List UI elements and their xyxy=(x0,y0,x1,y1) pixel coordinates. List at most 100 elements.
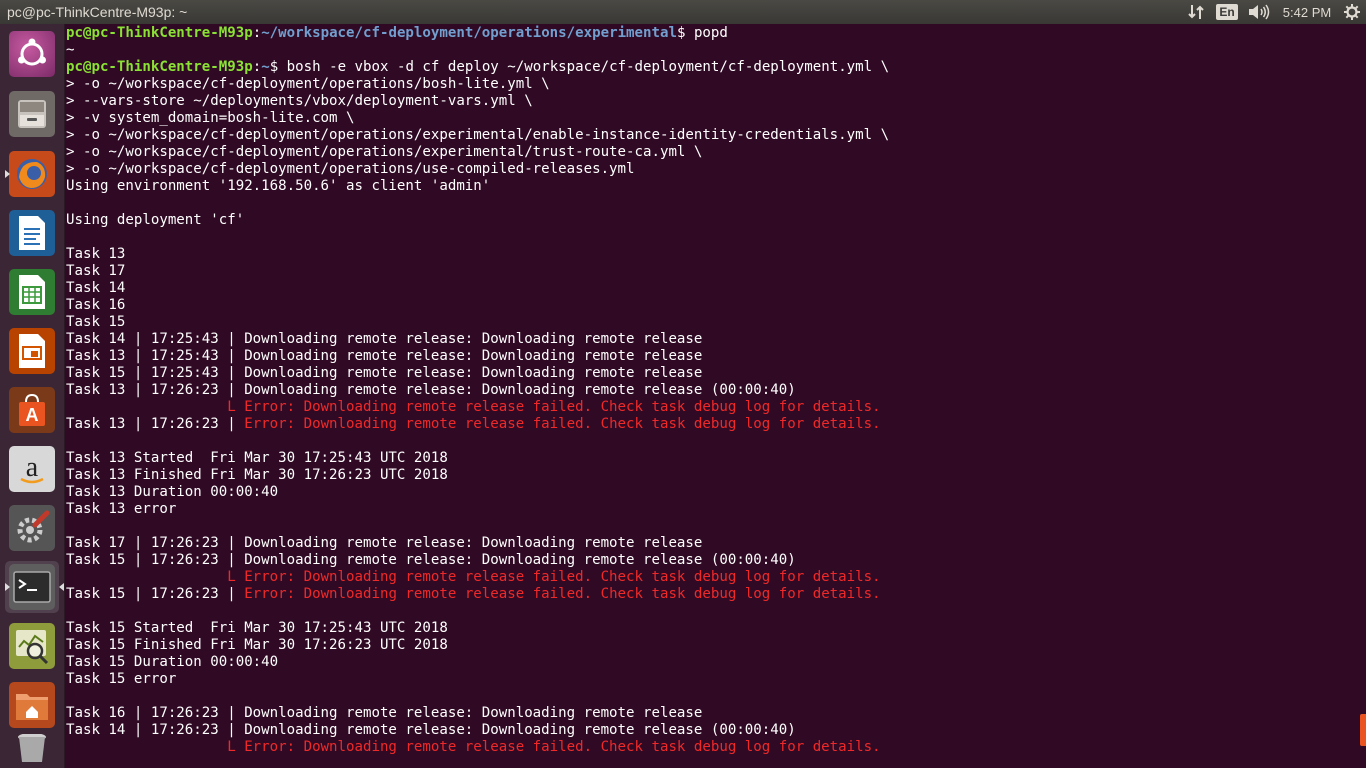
volume-icon[interactable] xyxy=(1242,0,1276,24)
line-text: Task 13 Finished Fri Mar 30 17:26:23 UTC… xyxy=(66,467,448,483)
terminal-line: > -o ~/workspace/cf-deployment/operation… xyxy=(66,161,1366,178)
line-text: Task 13 error xyxy=(66,501,177,517)
prompt-user: pc@pc-ThinkCentre-M93p xyxy=(66,59,253,75)
terminal-line: Task 15 Duration 00:00:40 xyxy=(66,654,1366,671)
window-title: pc@pc-ThinkCentre-M93p: ~ xyxy=(7,4,188,20)
libreoffice-calc-icon[interactable] xyxy=(5,266,59,318)
firefox-icon[interactable] xyxy=(5,148,59,200)
terminal-line: Task 15 Started Fri Mar 30 17:25:43 UTC … xyxy=(66,620,1366,637)
terminal-output[interactable]: pc@pc-ThinkCentre-M93p: ~/workspace/cf-de… xyxy=(65,24,1366,756)
indicator-area: En 5:42 PM xyxy=(1180,0,1366,24)
terminal-line: Task 15 | 17:25:43 | Downloading remote … xyxy=(66,365,1366,382)
error-text: L Error: Downloading remote release fail… xyxy=(66,399,881,415)
terminal-line: pc@pc-ThinkCentre-M93p:~/workspace/cf-de… xyxy=(66,25,1366,42)
terminal-line: Task 15 | 17:26:23 | Error: Downloading … xyxy=(66,586,1366,603)
terminal-window[interactable]: pc@pc-ThinkCentre-M93p: ~/workspace/cf-de… xyxy=(65,24,1366,768)
line-text: ~ xyxy=(66,42,75,58)
line-text: Using deployment 'cf' xyxy=(66,212,245,228)
svg-text:a: a xyxy=(26,452,39,483)
terminal-line: Task 15 Finished Fri Mar 30 17:26:23 UTC… xyxy=(66,637,1366,654)
line-text: Task 15 Duration 00:00:40 xyxy=(66,654,279,670)
error-text: Error: Downloading remote release failed… xyxy=(244,416,881,432)
terminal-line: Using environment '192.168.50.6' as clie… xyxy=(66,178,1366,195)
line-text: Task 14 | 17:25:43 | Downloading remote … xyxy=(66,331,703,347)
terminal-line: > -o ~/workspace/cf-deployment/operation… xyxy=(66,144,1366,161)
launcher: A a xyxy=(0,24,65,768)
terminal-line: Task 14 xyxy=(66,280,1366,297)
line-text: Task 15 xyxy=(66,314,126,330)
svg-text:A: A xyxy=(26,405,39,425)
prompt-path: ~/workspace/cf-deployment/operations/exp… xyxy=(261,25,677,41)
terminal-line: > -o ~/workspace/cf-deployment/operation… xyxy=(66,76,1366,93)
prompt-command: $ popd xyxy=(676,25,728,41)
trash-icon[interactable] xyxy=(5,734,59,768)
terminal-line: Task 17 xyxy=(66,263,1366,280)
running-indicator xyxy=(5,583,10,591)
line-text: Using environment '192.168.50.6' as clie… xyxy=(66,178,491,194)
prompt-command: $ bosh -e vbox -d cf deploy ~/workspace/… xyxy=(269,59,890,75)
terminal-line: > -v system_domain=bosh-lite.com \ xyxy=(66,110,1366,127)
terminal-line: Task 13 xyxy=(66,246,1366,263)
terminal-line: Task 13 Duration 00:00:40 xyxy=(66,484,1366,501)
line-text: Task 15 Started Fri Mar 30 17:25:43 UTC … xyxy=(66,620,448,636)
terminal-line: Task 14 | 17:25:43 | Downloading remote … xyxy=(66,331,1366,348)
scrollbar-thumb[interactable] xyxy=(1360,714,1366,746)
terminal-line: Task 13 Finished Fri Mar 30 17:26:23 UTC… xyxy=(66,467,1366,484)
terminal-line: > --vars-store ~/deployments/vbox/deploy… xyxy=(66,93,1366,110)
gear-icon[interactable] xyxy=(1338,0,1366,24)
ubuntu-software-icon[interactable]: A xyxy=(5,384,59,436)
keyboard-layout-label: En xyxy=(1216,4,1238,20)
line-text: Task 16 | 17:26:23 | Downloading remote … xyxy=(66,705,703,721)
home-folder-icon[interactable] xyxy=(5,679,59,731)
line-text: Task 16 xyxy=(66,297,126,313)
prompt-path: ~ xyxy=(261,59,270,75)
files-icon[interactable] xyxy=(5,88,59,140)
terminal-line: Task 15 xyxy=(66,314,1366,331)
line-text: > -o ~/workspace/cf-deployment/operation… xyxy=(66,144,703,160)
terminal-icon[interactable] xyxy=(5,561,64,613)
terminal-line: > -o ~/workspace/cf-deployment/operation… xyxy=(66,127,1366,144)
libreoffice-writer-icon[interactable] xyxy=(5,207,59,259)
line-text: Task 15 Finished Fri Mar 30 17:26:23 UTC… xyxy=(66,637,448,653)
amazon-icon[interactable]: a xyxy=(5,443,59,495)
prompt-separator: : xyxy=(252,59,262,75)
system-settings-icon[interactable] xyxy=(5,502,59,554)
terminal-line: Task 14 | 17:26:23 | Downloading remote … xyxy=(66,722,1366,739)
terminal-line: Task 16 xyxy=(66,297,1366,314)
terminal-line: Task 13 | 17:26:23 | Downloading remote … xyxy=(66,382,1366,399)
system-monitor-icon[interactable] xyxy=(5,620,59,672)
terminal-line: pc@pc-ThinkCentre-M93p:~$ bosh -e vbox -… xyxy=(66,59,1366,76)
error-text: L Error: Downloading remote release fail… xyxy=(66,739,881,755)
line-text: > -o ~/workspace/cf-deployment/operation… xyxy=(66,161,635,177)
line-text: Task 15 | 17:26:23 | Downloading remote … xyxy=(66,552,796,568)
terminal-line: Task 13 | 17:25:43 | Downloading remote … xyxy=(66,348,1366,365)
line-text: > -v system_domain=bosh-lite.com \ xyxy=(66,110,355,126)
terminal-line: Task 17 | 17:26:23 | Downloading remote … xyxy=(66,535,1366,552)
network-updown-icon[interactable] xyxy=(1180,0,1212,24)
terminal-line: Task 13 Started Fri Mar 30 17:25:43 UTC … xyxy=(66,450,1366,467)
terminal-line: Task 15 error xyxy=(66,671,1366,688)
line-text: Task 15 | 17:25:43 | Downloading remote … xyxy=(66,365,703,381)
clock[interactable]: 5:42 PM xyxy=(1276,0,1338,24)
terminal-line: Task 16 | 17:26:23 | Downloading remote … xyxy=(66,705,1366,722)
terminal-line: Task 15 | 17:26:23 | Downloading remote … xyxy=(66,552,1366,569)
running-indicator xyxy=(5,170,10,178)
prompt-user: pc@pc-ThinkCentre-M93p xyxy=(66,25,253,41)
keyboard-icon[interactable]: En xyxy=(1212,0,1242,24)
line-text: Task 14 | 17:26:23 | Downloading remote … xyxy=(66,722,796,738)
libreoffice-impress-icon[interactable] xyxy=(5,325,59,377)
terminal-line: Task 13 error xyxy=(66,501,1366,518)
line-text: Task 13 xyxy=(66,246,126,262)
line-text: Task 14 xyxy=(66,280,126,296)
terminal-line: L Error: Downloading remote release fail… xyxy=(66,399,1366,416)
line-text: Task 15 | 17:26:23 | xyxy=(66,586,245,602)
ubuntu-dash-icon[interactable] xyxy=(5,28,59,80)
line-text: Task 17 | 17:26:23 | Downloading remote … xyxy=(66,535,703,551)
focused-indicator xyxy=(59,583,64,591)
line-text: Task 15 error xyxy=(66,671,177,687)
line-text: Task 13 Started Fri Mar 30 17:25:43 UTC … xyxy=(66,450,448,466)
